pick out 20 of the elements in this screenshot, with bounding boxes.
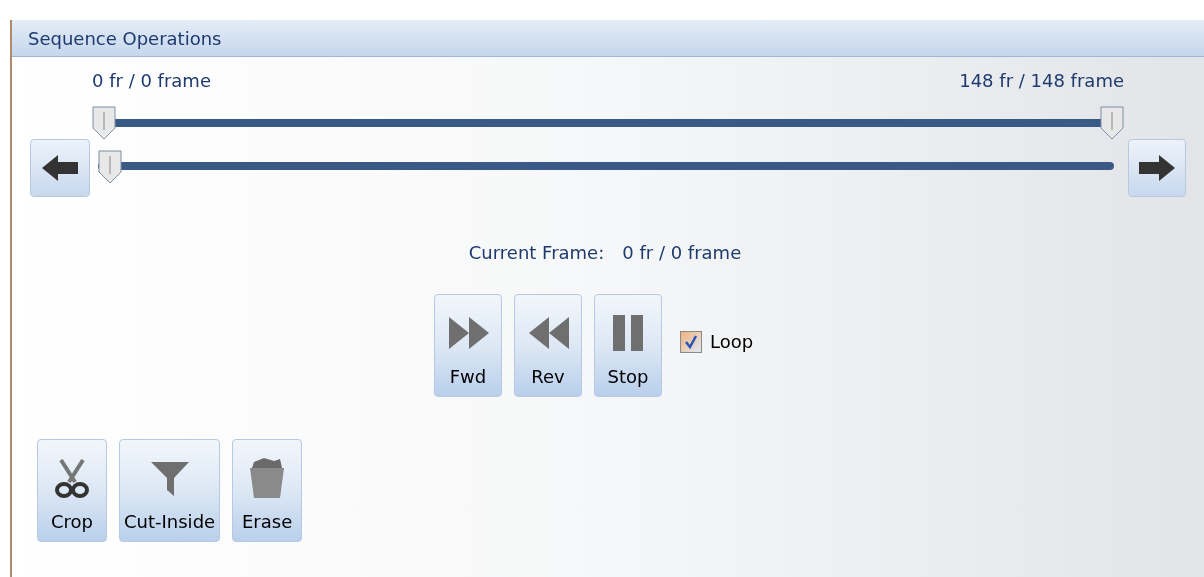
position-slider-thumb[interactable]: [98, 150, 122, 184]
crop-button[interactable]: Crop: [37, 439, 107, 542]
fwd-button[interactable]: Fwd: [434, 294, 502, 397]
current-frame-label: Current Frame:: [468, 241, 605, 265]
previous-button[interactable]: [30, 139, 90, 197]
range-slider-thumb[interactable]: [92, 106, 116, 140]
erase-button[interactable]: Erase: [232, 439, 303, 542]
right-arrow-icon: [1137, 153, 1177, 183]
range-value-label: 148 fr / 148 frame: [959, 69, 1124, 93]
stop-button[interactable]: Stop: [594, 294, 662, 397]
range-slider-thumb[interactable]: [1100, 106, 1124, 140]
panel-title: Sequence Operations: [28, 26, 222, 51]
current-frame-value: 0 fr / 0 frame: [622, 241, 742, 265]
cut-button[interactable]: Cut-Inside: [119, 439, 221, 542]
left-arrow-icon: [40, 153, 80, 183]
range-value-label: 0 fr / 0 frame: [92, 69, 211, 93]
next-button[interactable]: [1128, 139, 1186, 197]
rev-button[interactable]: Rev: [514, 294, 582, 397]
loop-checkbox[interactable]: [680, 330, 702, 353]
loop-label: Loop: [710, 330, 754, 354]
